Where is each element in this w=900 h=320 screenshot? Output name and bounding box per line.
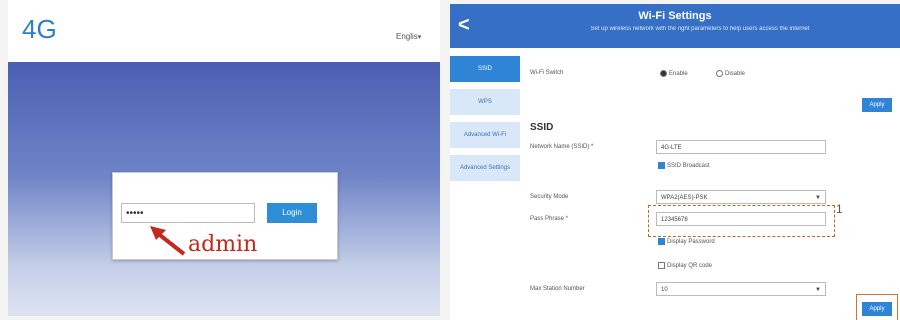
max-station-select[interactable]: 10 ▼ bbox=[656, 282, 826, 296]
language-label: Englis bbox=[396, 32, 418, 41]
annotation-marker: 1 bbox=[836, 202, 843, 216]
security-mode-label: Security Mode bbox=[530, 194, 569, 200]
apply-button-switch[interactable]: Apply bbox=[862, 98, 892, 112]
display-qr-label: Display QR code bbox=[667, 263, 713, 270]
ssid-section-title: SSID bbox=[530, 122, 554, 133]
display-password-checkbox[interactable]: Display Password bbox=[658, 238, 715, 245]
apply-button[interactable]: Apply bbox=[862, 302, 892, 316]
chevron-down-icon: ▼ bbox=[815, 287, 821, 293]
radio-off-icon bbox=[716, 70, 723, 77]
wifi-form: Wi-Fi Switch Enable Disable Apply SSID N… bbox=[530, 56, 900, 320]
login-header: 4G Englis▾ bbox=[8, 0, 440, 62]
network-name-input[interactable]: 4G-LTE bbox=[656, 140, 826, 154]
password-input[interactable]: ••••• bbox=[121, 203, 255, 223]
max-station-value: 10 bbox=[661, 287, 668, 293]
ssid-broadcast-checkbox[interactable]: SSID Broadcast bbox=[658, 162, 710, 169]
side-item-advanced-settings[interactable]: Advanced Settings bbox=[450, 155, 520, 181]
disable-label: Disable bbox=[725, 71, 746, 78]
chevron-down-icon: ▼ bbox=[815, 195, 821, 201]
page-subtitle: Set up wireless network with the right p… bbox=[590, 26, 810, 32]
side-item-wps[interactable]: WPS bbox=[450, 89, 520, 115]
side-item-advanced-wifi[interactable]: Advanced Wi-Fi bbox=[450, 122, 520, 148]
side-menu: SSID WPS Advanced Wi-Fi Advanced Setting… bbox=[450, 56, 520, 188]
enable-radio[interactable]: Enable bbox=[660, 70, 688, 77]
settings-header: < Wi-Fi Settings Set up wireless network… bbox=[450, 4, 900, 48]
pass-phrase-label: Pass Phrase * bbox=[530, 216, 569, 222]
wifi-switch-label: Wi-Fi Switch bbox=[530, 70, 564, 76]
checkbox-checked-icon bbox=[658, 238, 665, 245]
display-password-label: Display Password bbox=[667, 239, 715, 246]
language-select[interactable]: Englis▾ bbox=[396, 32, 421, 41]
arrow-icon bbox=[150, 226, 186, 256]
side-item-ssid[interactable]: SSID bbox=[450, 56, 520, 82]
checkbox-unchecked-icon bbox=[658, 262, 665, 269]
disable-radio[interactable]: Disable bbox=[716, 70, 745, 77]
wifi-settings-screen: < Wi-Fi Settings Set up wireless network… bbox=[450, 4, 900, 320]
security-mode-select[interactable]: WPA2(AES)-PSK ▼ bbox=[656, 190, 826, 204]
login-screen: 4G Englis▾ ••••• Login admin bbox=[8, 0, 440, 316]
admin-annotation: admin bbox=[188, 232, 258, 257]
chevron-down-icon: ▾ bbox=[417, 34, 422, 41]
security-mode-value: WPA2(AES)-PSK bbox=[661, 195, 708, 201]
ssid-broadcast-label: SSID Broadcast bbox=[667, 163, 710, 170]
page-title: Wi-Fi Settings bbox=[638, 10, 712, 22]
pass-phrase-input[interactable]: 12345678 bbox=[656, 212, 826, 226]
max-station-label: Max Station Number bbox=[530, 286, 585, 292]
login-button[interactable]: Login bbox=[267, 203, 317, 223]
checkbox-checked-icon bbox=[658, 162, 665, 169]
radio-on-icon bbox=[660, 70, 667, 77]
network-name-label: Network Name (SSID) * bbox=[530, 144, 594, 150]
logo: 4G bbox=[22, 14, 57, 44]
enable-label: Enable bbox=[669, 71, 688, 78]
display-qr-checkbox[interactable]: Display QR code bbox=[658, 262, 712, 269]
